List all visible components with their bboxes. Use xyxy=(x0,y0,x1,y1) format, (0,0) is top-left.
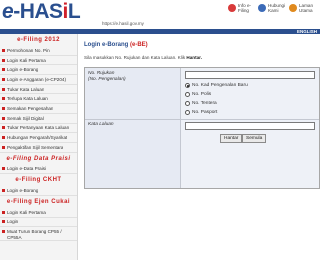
id-type-radio-new-ic[interactable]: No. Kad Pengenalan Baru xyxy=(185,83,248,88)
sidebar-item-muat-turun-borang[interactable]: Muat Turun Borang CP55 / CP55A xyxy=(0,227,77,242)
sidebar-item-login-eanggaran[interactable]: Login e-Anggaran (e-CP204) xyxy=(0,75,77,85)
sidebar-item-label: Muat Turun Borang CP55 / CP55A xyxy=(7,229,62,240)
bullet-icon xyxy=(2,48,5,52)
reset-button[interactable]: Semula xyxy=(242,134,267,143)
sidebar-item-label: Terlupa Kata Laluan xyxy=(7,96,48,102)
logo-has: HAS xyxy=(19,0,63,23)
sidebar-item-label: Login xyxy=(7,219,19,225)
sidebar-section-title: e-Filing CKHT xyxy=(15,177,62,184)
bullet-icon xyxy=(2,126,5,130)
radio-label: No. Pasport xyxy=(192,110,218,115)
contact-icon xyxy=(258,4,266,12)
home-icon xyxy=(289,4,297,12)
radio-label: No. Polis xyxy=(192,92,212,97)
bullet-icon xyxy=(2,68,5,72)
sidebar-item-hubungan-pengarah[interactable]: Hubungan Pengarah/Syarikat xyxy=(0,133,77,143)
page-title-text: Login e-Borang xyxy=(84,42,129,48)
sidebar-item-label: Login e-Borang xyxy=(7,67,39,73)
radio-button[interactable] xyxy=(185,92,190,97)
sidebar-item-ejen-login-kali-pertama[interactable]: Login Kali Pertama xyxy=(0,208,77,218)
sidebar-item-terlupa-kata-laluan[interactable]: Terlupa Kata Laluan xyxy=(0,94,77,105)
bullet-icon xyxy=(2,189,5,193)
site-url: https://e.hasil.gov.my xyxy=(102,21,144,26)
form-label-column xyxy=(85,68,181,188)
instruction-text: Sila masukkan No. Rujukan dan Kata Lalua… xyxy=(84,55,186,60)
topnav-label: Laman Utama xyxy=(299,3,314,13)
form-divider xyxy=(85,119,319,120)
sidebar-item-label: Login e-Borang xyxy=(7,188,39,194)
logo-l: L xyxy=(67,0,81,23)
id-type-radio-police[interactable]: No. Polis xyxy=(185,92,211,97)
sidebar-section-title: e-Filing Data Praisi xyxy=(6,155,71,162)
radio-button[interactable] xyxy=(185,101,190,106)
sidebar-item-label: Login e-Data Praisi xyxy=(7,166,47,172)
bullet-icon xyxy=(2,167,5,171)
submit-button[interactable]: Hantar xyxy=(220,134,243,143)
topnav-home-link[interactable]: Laman Utama xyxy=(289,3,320,13)
password-label: Kata Laluan xyxy=(88,122,114,127)
hasil-logo[interactable]: e-HASiL xyxy=(2,0,81,24)
bullet-icon xyxy=(2,220,5,224)
topnav-laman-utama[interactable]: Laman Utama xyxy=(289,3,320,13)
sidebar-item-login-eborang[interactable]: Login e-Borang xyxy=(0,65,77,76)
sidebar-item-semakan-pengesahan[interactable]: Semakan Pengesahan xyxy=(0,104,77,114)
sidebar-item-label: Semakan Pengesahan xyxy=(7,105,54,111)
radio-button[interactable] xyxy=(185,83,190,88)
sidebar-item-label: Hubungan Pengarah/Syarikat xyxy=(7,135,68,141)
bullet-icon xyxy=(2,210,5,214)
sidebar-item-login-edata-praisi[interactable]: Login e-Data Praisi xyxy=(0,165,77,175)
sidebar-item-label: Login Kali Pertama xyxy=(7,209,46,215)
sidebar-item-pengaktifan-sijil[interactable]: Pengaktifan Sijil Sementara xyxy=(0,143,77,153)
radio-label: No. Kad Pengenalan Baru xyxy=(192,83,248,88)
sidebar-item-label: Login Kali Pertama xyxy=(7,57,46,63)
bullet-icon xyxy=(2,77,5,81)
sidebar-item-semak-sijil-digital[interactable]: Semak Sijil Digital xyxy=(0,114,77,124)
radio-button[interactable] xyxy=(185,110,190,115)
bullet-icon xyxy=(2,97,5,101)
login-instruction: Sila masukkan No. Rujukan dan Kata Lalua… xyxy=(84,55,202,60)
page-title-suffix: (e-BE) xyxy=(130,42,148,48)
topnav-contact-link[interactable]: Hubungi Kami xyxy=(258,3,290,13)
sidebar-section-title: e-Filing Ejen Cukai xyxy=(6,198,71,205)
ref-number-sublabel: (No. Pengenalan) xyxy=(88,77,126,82)
ref-number-input[interactable] xyxy=(185,71,315,79)
id-type-radio-army[interactable]: No. Tentera xyxy=(185,101,217,106)
topnav-label: Info e-Filing xyxy=(238,3,252,13)
bullet-icon xyxy=(2,136,5,140)
sidebar-item-label: Pengaktifan Sijil Sementara xyxy=(7,144,64,150)
instruction-bold-text: Hantar. xyxy=(186,55,202,60)
login-form: No. Rujukan (No. Pengenalan) No. Kad Pen… xyxy=(84,67,320,189)
site-header: e-HASiL https://e.hasil.gov.my Info e-Fi… xyxy=(0,0,320,29)
sidebar-item-permohonan-pin[interactable]: Permohonan No. Pin xyxy=(0,46,77,56)
bullet-icon xyxy=(2,116,5,120)
page-title: Login e-Borang (e-BE) xyxy=(84,42,148,48)
topnav-label: Hubungi Kami xyxy=(268,3,286,13)
radio-label: No. Tentera xyxy=(192,101,217,106)
sidebar-item-login-eborang-ckht[interactable]: Login e-Borang xyxy=(0,186,77,196)
sidebar-item-ejen-login[interactable]: Login xyxy=(0,218,77,228)
sidebar: e-Filing 2012 Permohonan No. Pin Login K… xyxy=(0,34,78,260)
bullet-icon xyxy=(2,230,5,234)
bullet-icon xyxy=(2,106,5,110)
sidebar-item-tukar-pertanyaan[interactable]: Tukar Pertanyaan Kata Laluan xyxy=(0,124,77,134)
info-circle-icon xyxy=(228,4,236,12)
logo-e: e xyxy=(2,0,14,23)
bullet-icon xyxy=(2,87,5,91)
sidebar-item-label: Login e-Anggaran (e-CP204) xyxy=(7,76,66,82)
id-type-radio-passport[interactable]: No. Pasport xyxy=(185,110,217,115)
main-content: Login e-Borang (e-BE) Sila masukkan No. … xyxy=(84,34,320,260)
sidebar-item-label: Permohonan No. Pin xyxy=(7,47,50,53)
sidebar-section-title: e-Filing 2012 xyxy=(17,37,60,43)
sidebar-item-tukar-kata-laluan[interactable]: Tukar Kata Laluan xyxy=(0,85,77,95)
sidebar-item-label: Semak Sijil Digital xyxy=(7,115,44,121)
sidebar-item-label: Tukar Pertanyaan Kata Laluan xyxy=(7,125,70,131)
topnav-info-link[interactable]: Info e-Filing xyxy=(228,3,260,13)
sidebar-item-label: Tukar Kata Laluan xyxy=(7,86,45,92)
topnav-info-efiling[interactable]: Info e-Filing xyxy=(228,3,260,13)
sidebar-item-login-kali-pertama[interactable]: Login Kali Pertama xyxy=(0,56,77,66)
bullet-icon xyxy=(2,58,5,62)
bullet-icon xyxy=(2,145,5,149)
topnav-hubungi-kami[interactable]: Hubungi Kami xyxy=(258,3,290,13)
password-input[interactable] xyxy=(185,122,315,130)
